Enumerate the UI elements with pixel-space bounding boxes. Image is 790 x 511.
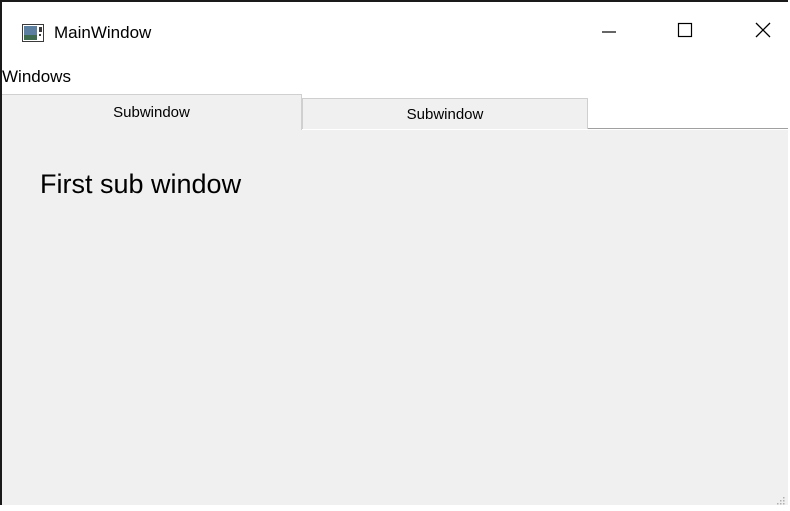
title-bar[interactable]: MainWindow xyxy=(2,2,788,60)
tab-bar: Subwindow Subwindow xyxy=(2,94,788,130)
subwindow-content: First sub window xyxy=(2,130,788,505)
close-button[interactable] xyxy=(740,10,786,54)
minimize-icon xyxy=(601,22,617,43)
tab-label: Subwindow xyxy=(406,105,484,123)
menu-item-windows[interactable]: Windows xyxy=(2,66,75,88)
menu-bar: Windows xyxy=(2,62,788,92)
maximize-button[interactable] xyxy=(662,10,708,54)
maximize-icon xyxy=(677,22,693,43)
close-icon xyxy=(754,21,772,44)
window-title: MainWindow xyxy=(54,23,152,42)
tab-subwindow-1[interactable]: Subwindow xyxy=(2,94,302,130)
main-window: MainWindow Windows Subwindow Subwindow F… xyxy=(0,0,788,505)
size-grip-icon[interactable] xyxy=(776,493,786,505)
subwindow-label: First sub window xyxy=(40,169,242,199)
tab-subwindow-2[interactable]: Subwindow xyxy=(302,98,588,129)
app-window-icon xyxy=(22,24,44,42)
minimize-button[interactable] xyxy=(586,10,632,54)
tab-label: Subwindow xyxy=(113,104,190,121)
